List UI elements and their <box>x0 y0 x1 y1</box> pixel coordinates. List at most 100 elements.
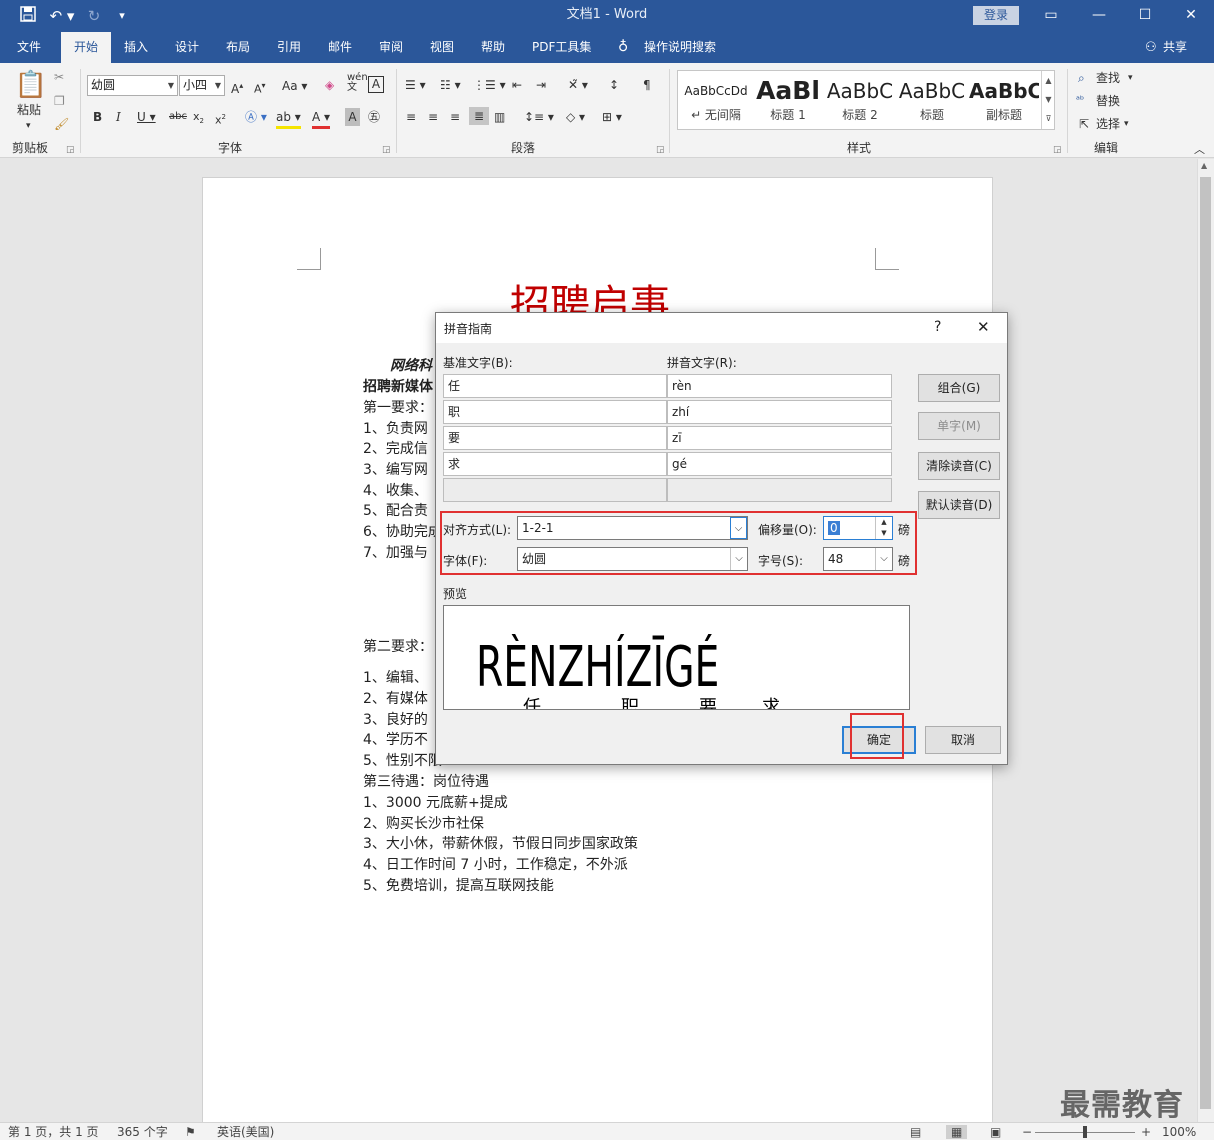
tab-review[interactable]: 审阅 <box>379 32 403 63</box>
collapse-ribbon-icon[interactable]: ︿ <box>1194 141 1205 159</box>
select-button[interactable]: 选择 <box>1096 115 1120 133</box>
clear-formatting-icon[interactable]: ◈ <box>325 76 334 94</box>
close-icon[interactable]: ✕ <box>1168 0 1214 32</box>
save-icon[interactable] <box>18 6 38 26</box>
shading-icon[interactable]: ◇ ▾ <box>566 108 585 126</box>
bold-icon[interactable]: B <box>93 108 102 126</box>
language[interactable]: 英语(美国) <box>217 1125 274 1139</box>
zoom-out-icon[interactable]: − <box>1022 1125 1032 1139</box>
highlight-icon[interactable]: ab ▾ <box>276 108 301 129</box>
grow-font-icon[interactable]: A▴ <box>231 77 243 98</box>
align-left-icon[interactable]: ≡ <box>406 108 416 126</box>
justify-icon[interactable]: ≣ <box>469 107 489 125</box>
style-title[interactable]: AaBbC 标题 <box>897 73 967 127</box>
scroll-thumb[interactable] <box>1200 177 1211 1109</box>
word-count[interactable]: 365 个字 <box>117 1125 168 1139</box>
bullets-icon[interactable]: ☰ ▾ <box>405 76 426 94</box>
superscript-icon[interactable]: x2 <box>215 108 226 130</box>
gallery-scroll[interactable]: ▲ ▼ ⊽ <box>1041 71 1055 129</box>
base-text-field[interactable]: 求 <box>443 452 667 476</box>
zoom-in-icon[interactable]: + <box>1141 1125 1151 1139</box>
tab-file[interactable]: 文件 <box>17 32 41 63</box>
tab-insert[interactable]: 插入 <box>124 32 148 63</box>
select-dropdown-icon[interactable]: ▾ <box>1124 115 1129 133</box>
increase-indent-icon[interactable]: ⇥ <box>536 76 546 94</box>
tab-design[interactable]: 设计 <box>175 32 199 63</box>
chinese-layout-icon[interactable]: ✕̃ ▾ <box>568 76 588 94</box>
page-count[interactable]: 第 1 页，共 1 页 <box>8 1125 99 1139</box>
customize-qat-icon[interactable]: ▾ <box>112 6 132 26</box>
cancel-button[interactable]: 取消 <box>925 726 1001 754</box>
tab-references[interactable]: 引用 <box>277 32 301 63</box>
scroll-up-icon[interactable]: ▲ <box>1201 161 1207 170</box>
tab-layout[interactable]: 布局 <box>226 32 250 63</box>
line-spacing-icon[interactable]: ↕≡ ▾ <box>524 108 554 126</box>
base-text-field[interactable]: 任 <box>443 374 667 398</box>
font-name-combo[interactable]: 幼圆 ▼ <box>87 75 178 96</box>
shrink-font-icon[interactable]: A▾ <box>254 77 266 99</box>
align-center-icon[interactable]: ≡ <box>428 108 438 126</box>
find-button[interactable]: 查找 <box>1096 69 1120 87</box>
tab-pdf-tools[interactable]: PDF工具集 <box>532 32 591 63</box>
web-layout-icon[interactable]: ▣ <box>990 1125 1001 1139</box>
character-shading-icon[interactable]: A <box>345 108 360 126</box>
undo-icon[interactable]: ↶ ▾ <box>48 6 76 26</box>
sort-icon[interactable]: ↕ <box>609 76 619 94</box>
font-launcher-icon[interactable]: ◲ <box>382 141 391 159</box>
style-heading-2[interactable]: AaBbC 标题 2 <box>825 73 895 127</box>
share-button[interactable]: 共享 <box>1163 32 1187 63</box>
zoom-level[interactable]: 100% <box>1162 1125 1196 1139</box>
minimize-icon[interactable]: — <box>1076 0 1122 32</box>
replace-button[interactable]: 替换 <box>1096 92 1120 110</box>
tab-home[interactable]: 开始 <box>61 32 111 63</box>
font-size-combo[interactable]: 小四 ▼ <box>179 75 225 96</box>
proofing-icon[interactable]: ⚑ <box>185 1125 196 1139</box>
tab-mailings[interactable]: 邮件 <box>328 32 352 63</box>
underline-icon[interactable]: U ▾ <box>137 108 156 126</box>
ruby-text-field[interactable]: gé <box>667 452 892 476</box>
paragraph-launcher-icon[interactable]: ◲ <box>656 141 665 159</box>
ribbon-display-icon[interactable]: ▭ <box>1028 0 1074 32</box>
tell-me-search[interactable]: 操作说明搜索 <box>644 32 716 63</box>
paste-icon[interactable]: 📋 <box>14 69 48 101</box>
enclose-characters-icon[interactable]: ㊄ <box>368 108 380 126</box>
phonetic-guide-icon[interactable]: wén 文 <box>347 73 368 93</box>
ruby-text-field[interactable]: zī <box>667 426 892 450</box>
subscript-icon[interactable]: x2 <box>193 108 204 130</box>
styles-launcher-icon[interactable]: ◲ <box>1053 141 1062 159</box>
maximize-icon[interactable]: ☐ <box>1122 0 1168 32</box>
change-case-icon[interactable]: Aa ▾ <box>282 77 307 95</box>
strikethrough-icon[interactable]: abc <box>169 108 187 126</box>
character-border-icon[interactable]: A <box>368 76 384 93</box>
borders-icon[interactable]: ⊞ ▾ <box>602 108 622 126</box>
multilevel-list-icon[interactable]: ⋮☰ ▾ <box>473 76 506 94</box>
clipboard-launcher-icon[interactable]: ◲ <box>66 141 75 159</box>
style-heading-1[interactable]: AaBl 标题 1 <box>753 73 823 127</box>
ruby-text-field[interactable]: rèn <box>667 374 892 398</box>
default-reading-button[interactable]: 默认读音(D) <box>918 491 1000 519</box>
ruby-text-field[interactable]: zhí <box>667 400 892 424</box>
align-right-icon[interactable]: ≡ <box>450 108 460 126</box>
distributed-icon[interactable]: ▥ <box>494 108 505 126</box>
tab-help[interactable]: 帮助 <box>481 32 505 63</box>
clear-reading-button[interactable]: 清除读音(C) <box>918 452 1000 480</box>
zoom-slider-thumb[interactable] <box>1083 1126 1087 1138</box>
vertical-scrollbar[interactable]: ▲ <box>1197 159 1214 1122</box>
read-mode-icon[interactable]: ▤ <box>910 1125 921 1139</box>
style-no-spacing[interactable]: AaBbCcDd ↵ 无间隔 <box>681 73 751 127</box>
paste-dropdown-icon[interactable]: ▾ <box>26 117 31 135</box>
format-painter-icon[interactable]: 🖌 <box>54 115 69 133</box>
style-subtitle[interactable]: AaBbC 副标题 <box>969 73 1039 127</box>
decrease-indent-icon[interactable]: ⇤ <box>512 76 522 94</box>
numbering-icon[interactable]: ☷ ▾ <box>440 76 461 94</box>
base-text-field[interactable]: 职 <box>443 400 667 424</box>
find-dropdown-icon[interactable]: ▾ <box>1128 69 1133 87</box>
print-layout-icon[interactable]: ▦ <box>946 1125 968 1139</box>
text-effects-icon[interactable]: Ⓐ ▾ <box>245 108 267 126</box>
combine-button[interactable]: 组合(G) <box>918 374 1000 402</box>
help-icon[interactable]: ? <box>934 319 941 335</box>
font-color-icon[interactable]: A ▾ <box>312 108 331 129</box>
show-marks-icon[interactable]: ¶ <box>643 76 651 94</box>
dialog-close-icon[interactable]: ✕ <box>977 318 990 336</box>
base-text-field[interactable]: 要 <box>443 426 667 450</box>
